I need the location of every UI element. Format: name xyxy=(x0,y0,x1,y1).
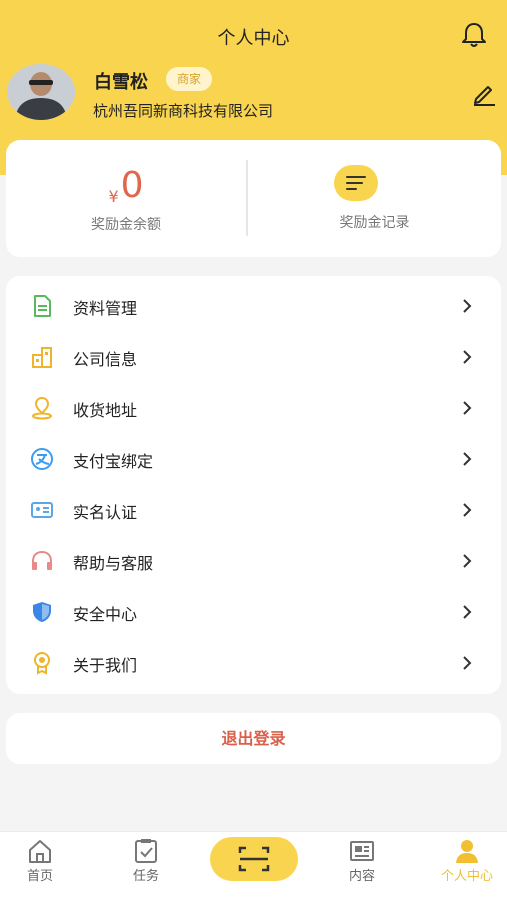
document-icon xyxy=(34,295,51,317)
medal-icon xyxy=(34,652,50,675)
tab-label: 首页 xyxy=(26,869,53,884)
tab-label: 任务 xyxy=(132,869,159,884)
menu-item-label: 资料管理 xyxy=(73,299,138,318)
wallet-card: ¥0 奖励金余额 奖励金记录 xyxy=(6,140,501,257)
chevron-right-icon xyxy=(463,656,472,670)
tab-content[interactable]: 内容 xyxy=(322,832,402,900)
menu-item-company-info[interactable]: 公司信息 xyxy=(6,330,501,381)
menu-item-shipping-address[interactable]: 收货地址 xyxy=(6,381,501,432)
headset-icon xyxy=(32,550,52,570)
menu-item-label: 帮助与客服 xyxy=(73,554,154,573)
menu-item-alipay-binding[interactable]: 支付宝绑定 xyxy=(6,432,501,483)
menu-item-real-name-verification[interactable]: 实名认证 xyxy=(6,483,501,534)
menu-item-security-center[interactable]: 安全中心 xyxy=(6,585,501,636)
tab-profile[interactable]: 个人中心 xyxy=(427,832,507,900)
menu-item-label: 支付宝绑定 xyxy=(73,452,154,471)
home-icon xyxy=(29,840,51,863)
person-icon xyxy=(456,840,478,863)
chevron-right-icon xyxy=(463,452,472,466)
alipay-icon xyxy=(31,448,53,470)
reward-record-label[interactable]: 奖励金记录 xyxy=(248,212,501,232)
reward-record-icon[interactable] xyxy=(334,165,378,201)
bottom-tab-bar: 首页 任务 内容 个人中心 xyxy=(0,831,507,900)
menu-item-label: 公司信息 xyxy=(73,350,138,369)
logout-button[interactable]: 退出登录 xyxy=(6,713,501,764)
chevron-right-icon xyxy=(463,350,472,364)
avatar[interactable] xyxy=(7,64,75,120)
menu-item-label: 安全中心 xyxy=(73,605,138,624)
company-name: 杭州吾同新商科技有限公司 xyxy=(93,102,274,120)
scan-icon xyxy=(238,846,270,872)
menu-item-label: 关于我们 xyxy=(73,656,138,675)
clipboard-check-icon xyxy=(135,839,157,863)
menu-item-label: 收货地址 xyxy=(73,401,138,420)
balance-value: 0 xyxy=(120,165,144,206)
news-icon xyxy=(350,841,374,861)
tab-home[interactable]: 首页 xyxy=(0,832,80,900)
menu-item-profile-management[interactable]: 资料管理 xyxy=(6,279,501,330)
balance-label: 奖励金余额 xyxy=(91,217,161,233)
menu-list: 资料管理 公司信息 收货地址 支付宝绑定 实名认证 帮助与客服 安全中心 关于我… xyxy=(6,276,501,694)
tab-label: 内容 xyxy=(348,869,375,884)
avatar-photo-icon xyxy=(7,64,75,120)
user-name: 白雪松 xyxy=(94,72,148,93)
menu-item-about-us[interactable]: 关于我们 xyxy=(6,636,501,687)
chevron-right-icon xyxy=(463,401,472,415)
role-badge: 商家 xyxy=(166,67,212,91)
chevron-right-icon xyxy=(463,299,472,313)
building-icon xyxy=(32,347,52,368)
edit-pencil-icon[interactable] xyxy=(471,80,497,106)
bell-icon[interactable] xyxy=(459,20,489,50)
balance-amount[interactable]: ¥0 xyxy=(6,165,246,207)
location-pin-icon xyxy=(32,396,52,420)
menu-item-label: 实名认证 xyxy=(73,503,138,522)
shield-icon xyxy=(33,602,51,622)
id-card-icon xyxy=(31,502,53,518)
tab-tasks[interactable]: 任务 xyxy=(106,832,186,900)
chevron-right-icon xyxy=(463,503,472,517)
chevron-right-icon xyxy=(463,554,472,568)
currency-symbol: ¥ xyxy=(108,187,119,206)
chevron-right-icon xyxy=(463,605,472,619)
page-title: 个人中心 xyxy=(217,28,290,49)
menu-item-help-support[interactable]: 帮助与客服 xyxy=(6,534,501,585)
tab-label: 个人中心 xyxy=(440,869,493,884)
scan-button[interactable] xyxy=(210,837,298,881)
